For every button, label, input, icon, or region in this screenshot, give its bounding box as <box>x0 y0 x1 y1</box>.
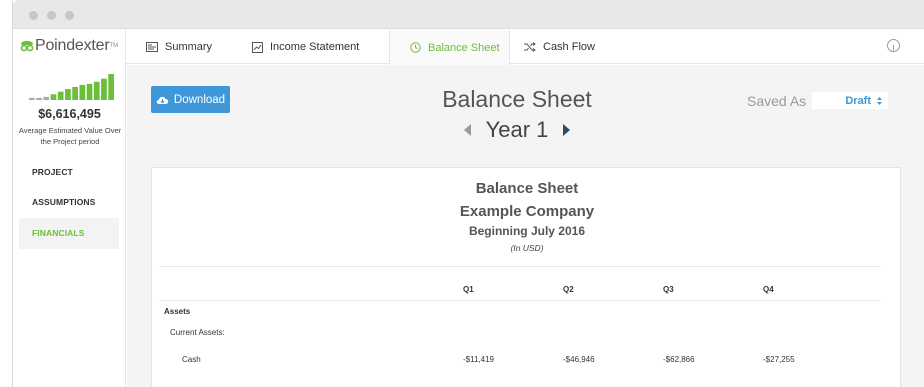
sparkline-bar <box>36 97 42 100</box>
report-period: Beginning July 2016 <box>468 224 586 238</box>
help-icon[interactable] <box>887 39 900 52</box>
shuffle-icon <box>524 42 536 52</box>
tab-income-statement-label: Income Statement <box>270 41 360 53</box>
sparkline-bar <box>108 74 114 100</box>
sparkline-bar <box>65 89 71 100</box>
column-header-q1: Q1 <box>463 285 474 294</box>
maximize-window-dot[interactable] <box>65 11 74 20</box>
columns-divider <box>159 300 881 301</box>
subsection-current-assets: Current Assets: <box>170 328 225 337</box>
sparkline-bar <box>29 97 35 100</box>
saved-as-select[interactable]: Draft <box>812 92 888 109</box>
report-company: Example Company <box>459 203 595 220</box>
report-card: Balance Sheet Example Company Beginning … <box>151 167 901 387</box>
column-header-q4: Q4 <box>763 285 774 294</box>
next-period-icon[interactable] <box>562 124 571 136</box>
sparkline-bar <box>79 84 86 100</box>
tab-income-statement[interactable]: Income Statement <box>252 30 359 64</box>
column-header-q2: Q2 <box>563 285 574 294</box>
logo[interactable]: Poindexter TM <box>19 37 118 55</box>
logo-tm: TM <box>109 43 119 49</box>
cell-cash-q2: -$46,946 <box>563 355 595 364</box>
report-units: (In USD) <box>510 243 544 253</box>
close-window-dot[interactable] <box>29 11 38 20</box>
cell-cash-q1: -$11,419 <box>463 355 494 364</box>
tab-balance-sheet-label: Balance Sheet <box>428 41 500 54</box>
summary-caption: Average Estimated Value Over the Project… <box>18 126 122 146</box>
info-glyph-icon <box>893 45 894 51</box>
nav-item-assumptions[interactable]: ASSUMPTIONS <box>19 187 119 218</box>
clock-icon <box>410 42 421 53</box>
sparkline-bar <box>86 83 93 100</box>
value-sparkline <box>29 74 114 100</box>
tab-cash-flow[interactable]: Cash Flow <box>524 30 595 64</box>
sparkline-bar <box>50 94 57 100</box>
saved-as-label: Saved As <box>747 93 807 109</box>
tab-balance-sheet[interactable]: Balance Sheet <box>389 30 510 65</box>
poindexter-logo-icon <box>20 41 34 52</box>
header-divider <box>159 266 881 267</box>
sparkline-bar <box>57 91 64 100</box>
sparkline-bar <box>101 78 107 100</box>
report-title: Balance Sheet <box>475 180 579 197</box>
tab-summary[interactable]: Summary <box>146 30 212 64</box>
period-selector: Year 1 <box>457 117 577 143</box>
chart-icon <box>252 41 263 53</box>
summary-icon <box>146 42 158 52</box>
download-label: Download <box>173 93 226 106</box>
cell-cash-q3: -$62,866 <box>663 355 695 364</box>
period-label: Year 1 <box>485 117 549 142</box>
tab-bar: Summary Income Statement Balance Sheet C… <box>126 30 924 65</box>
nav-item-project[interactable]: PROJECT <box>19 157 119 188</box>
main-content: Download Balance Sheet Year 1 Saved As D… <box>127 65 924 387</box>
saved-as-value: Draft <box>845 94 871 107</box>
column-header-q3: Q3 <box>663 285 674 294</box>
nav-item-financials[interactable]: FINANCIALS <box>19 218 119 249</box>
logo-text: Poindexter <box>35 37 110 54</box>
sparkline-bar <box>93 81 100 100</box>
section-assets: Assets <box>164 307 191 316</box>
page-title: Balance Sheet <box>442 86 592 112</box>
sparkline-bar <box>43 96 50 100</box>
download-button[interactable]: Download <box>151 86 230 113</box>
tab-cash-flow-label: Cash Flow <box>543 41 595 53</box>
tab-summary-label: Summary <box>165 41 213 53</box>
summary-value: $6,616,495 <box>38 107 101 121</box>
select-arrows-icon <box>877 96 882 105</box>
cloud-download-icon <box>156 96 169 104</box>
minimize-window-dot[interactable] <box>47 11 56 20</box>
sidebar: Poindexter TM $6,616,495 Average Estimate… <box>13 30 126 387</box>
app-window: Poindexter TM $6,616,495 Average Estimate… <box>12 0 924 387</box>
previous-period-icon[interactable] <box>463 124 472 136</box>
row-label-cash: Cash <box>182 355 201 364</box>
title-bar <box>13 0 924 29</box>
sparkline-bar <box>72 87 78 100</box>
cell-cash-q4: -$27,255 <box>763 355 795 364</box>
